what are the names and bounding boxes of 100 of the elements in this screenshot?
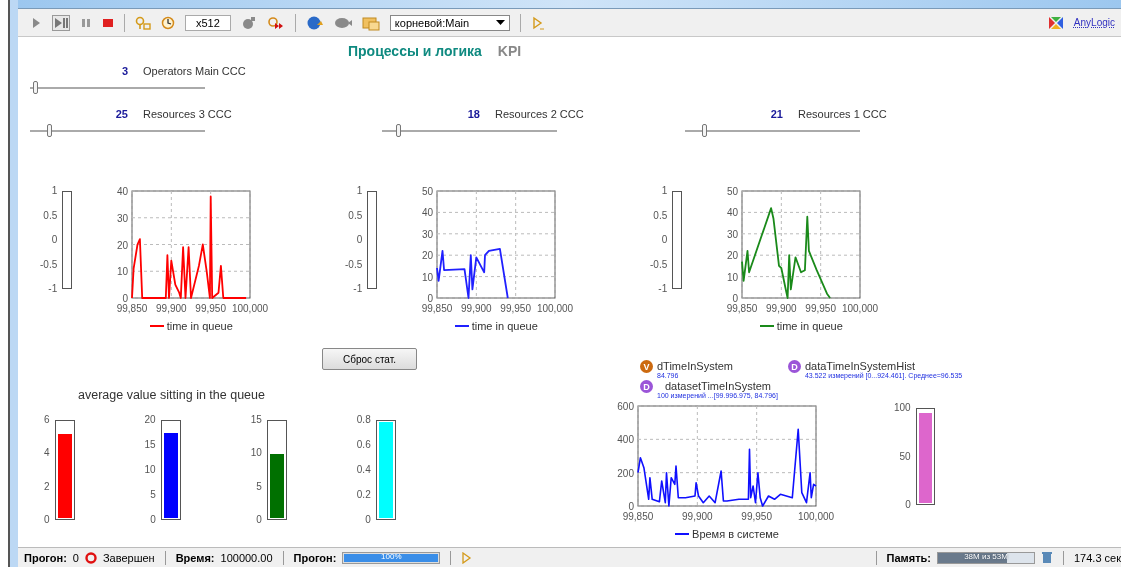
slider-label: Operators Main CCC xyxy=(143,65,246,77)
axis-tick-label: 100 xyxy=(894,403,911,413)
stat-badge: D xyxy=(787,360,801,373)
axis-tick-label: 0.5 xyxy=(348,210,363,221)
root-dropdown[interactable]: корневой:Main xyxy=(389,14,510,31)
stat-name: dataTimeInSystemHist xyxy=(804,360,916,372)
slider-value: 25 xyxy=(114,108,128,120)
slider-thumb[interactable] xyxy=(395,124,401,137)
run-icon[interactable] xyxy=(30,16,42,29)
stat-name: datasetTimeInSystem xyxy=(665,380,772,392)
axis-tick-label: -0.5 xyxy=(650,259,668,270)
axis-tick-label: 0 xyxy=(628,501,634,512)
status-value: 100000.00 xyxy=(220,551,273,564)
slider-thumb[interactable] xyxy=(33,81,39,94)
console-icon[interactable] xyxy=(530,15,545,30)
axis-tick-label: 4 xyxy=(44,448,50,459)
step-icon[interactable] xyxy=(52,14,70,31)
axis-tick-label: 20 xyxy=(117,239,129,251)
axis-tick-label: 10 xyxy=(727,271,739,283)
folder-icon[interactable] xyxy=(361,14,380,31)
stop-icon[interactable] xyxy=(102,16,114,29)
axis-tick-label: -0.5 xyxy=(40,259,58,270)
view-tab[interactable]: Процессы и логика xyxy=(348,43,482,59)
elapsed-time: 174.3 сек xyxy=(1074,551,1121,564)
axis-tick-label: 20 xyxy=(727,250,739,262)
slider-label: Resources 2 CCC xyxy=(495,108,584,120)
slider-value: 3 xyxy=(120,65,128,77)
axis-tick-label: 0 xyxy=(256,515,262,525)
keys-icon[interactable] xyxy=(135,15,151,30)
axis-tick-label: 0 xyxy=(44,515,50,525)
brand-link[interactable]: AnyLogic xyxy=(1073,17,1115,28)
axis-tick-label: 40 xyxy=(727,207,739,219)
pause-icon[interactable] xyxy=(80,16,92,29)
axis-tick-label: -0.5 xyxy=(345,259,363,270)
axis-tick-label: 30 xyxy=(422,228,434,240)
axis-tick-label: 99,900 xyxy=(461,303,492,314)
status-label: Время: xyxy=(175,551,215,564)
status-label: Прогон: xyxy=(293,551,337,564)
axis-tick-label: 0 xyxy=(905,500,911,510)
speed-field[interactable]: x512 xyxy=(185,14,231,31)
axis-tick-label: 600 xyxy=(617,401,634,412)
axis-tick-label: 0.6 xyxy=(356,440,371,450)
reset-button[interactable]: Сброс стат. xyxy=(322,348,417,370)
slider-value: 18 xyxy=(466,108,480,120)
axis-tick-label: 0 xyxy=(150,515,156,525)
axis-tick-label: 50 xyxy=(727,186,739,197)
section-title: average value sitting in the queue xyxy=(78,388,266,402)
axis-tick-label: -1 xyxy=(353,284,363,294)
axis-tick-label: 0 xyxy=(427,293,434,304)
fast-forward-icon[interactable] xyxy=(266,15,285,30)
axis-tick-label: -1 xyxy=(48,284,58,294)
axis-tick-label: 50 xyxy=(422,186,434,197)
slider-label: Resources 3 CCC xyxy=(143,108,232,120)
slider-thumb[interactable] xyxy=(47,124,53,137)
axis-tick-label: 2 xyxy=(44,481,50,492)
axis-tick-label: 0 xyxy=(122,293,129,304)
status-value: Завершен xyxy=(102,551,155,564)
axis-tick-label: 400 xyxy=(617,434,634,446)
caret-icon xyxy=(495,20,505,25)
axis-tick-label: 100,000 xyxy=(842,303,879,314)
axis-tick-label: 99,950 xyxy=(805,303,837,314)
globe-icon[interactable] xyxy=(305,14,324,31)
legend-label: time in queue xyxy=(471,320,538,332)
axis-tick-label: 0 xyxy=(365,515,371,525)
trash-icon[interactable] xyxy=(1041,551,1053,564)
camera-icon[interactable] xyxy=(240,15,257,30)
axis-tick-label: 100,000 xyxy=(797,511,835,522)
axis-tick-label: 15 xyxy=(250,415,262,425)
stat-name: dTimeInSystem xyxy=(657,360,733,372)
axis-tick-label: 50 xyxy=(899,451,911,462)
slider-label: Resources 1 CCC xyxy=(798,108,887,120)
axis-tick-label: 1 xyxy=(51,186,58,196)
progress-text: 100% xyxy=(380,551,403,561)
axis-tick-label: 5 xyxy=(256,481,262,492)
axis-tick-label: 0.5 xyxy=(653,210,668,221)
axis-tick-label: 6 xyxy=(44,415,50,425)
stop-ring-icon xyxy=(84,551,97,564)
axis-tick-label: 30 xyxy=(727,228,739,240)
axis-tick-label: 10 xyxy=(250,448,262,459)
axis-tick-label: 10 xyxy=(144,465,156,475)
axis-tick-label: -1 xyxy=(658,284,668,294)
axis-tick-label: 99,850 xyxy=(421,303,453,314)
eye-icon[interactable] xyxy=(333,16,352,29)
axis-tick-label: 99,850 xyxy=(116,303,148,314)
view-tab[interactable]: KPI xyxy=(497,43,522,59)
status-value: 0 xyxy=(72,551,79,564)
axis-tick-label: 200 xyxy=(617,467,634,479)
axis-tick-label: 5 xyxy=(150,490,156,500)
axis-tick-label: 0.2 xyxy=(356,490,371,500)
axis-tick-label: 20 xyxy=(422,250,434,262)
axis-tick-label: 100,000 xyxy=(232,303,269,314)
axis-tick-label: 10 xyxy=(422,271,434,283)
axis-tick-label: 1 xyxy=(661,186,668,196)
slider-value: 21 xyxy=(769,108,783,120)
axis-tick-label: 40 xyxy=(117,186,129,197)
slider-thumb[interactable] xyxy=(702,124,708,137)
clock-icon[interactable] xyxy=(161,15,175,30)
status-label: Память: xyxy=(886,551,931,564)
axis-tick-label: 0 xyxy=(732,293,739,304)
status-label: Прогон: xyxy=(24,551,67,564)
